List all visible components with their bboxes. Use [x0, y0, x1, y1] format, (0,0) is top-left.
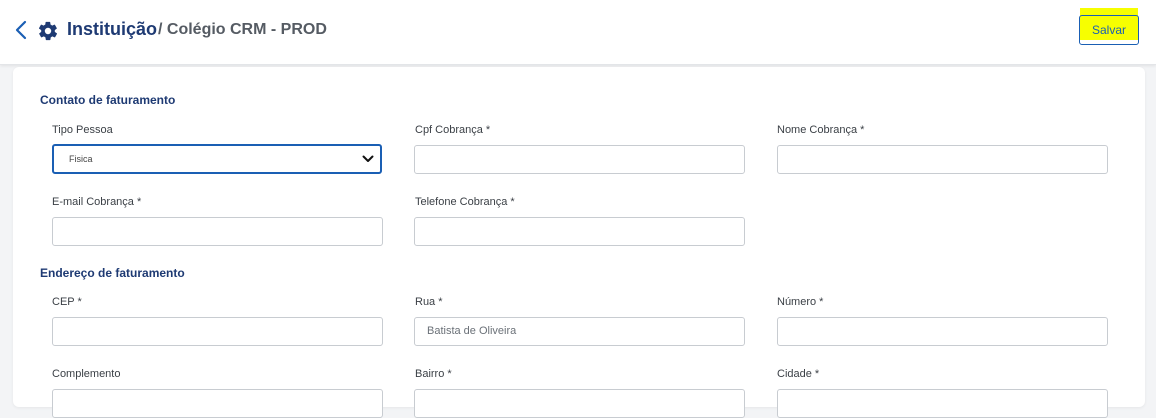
section-billing-contact: Contato de faturamento [40, 93, 176, 107]
numero-label: Número * [777, 296, 824, 308]
cep-label: CEP * [52, 296, 82, 308]
telefone-input[interactable] [414, 217, 745, 246]
page-title: Instituição [67, 19, 158, 39]
email-input[interactable] [52, 217, 383, 246]
section-billing-address: Endereço de faturamento [40, 266, 185, 280]
tipo-pessoa-value: Fisica [69, 154, 93, 164]
nome-input[interactable] [777, 145, 1108, 174]
email-label: E-mail Cobrança * [52, 196, 142, 208]
back-button[interactable] [10, 18, 32, 42]
tipo-pessoa-select[interactable]: Fisica [52, 144, 382, 174]
chevron-left-icon [15, 20, 27, 40]
bairro-input[interactable] [414, 389, 745, 418]
nome-label: Nome Cobrança * [777, 124, 865, 136]
cidade-label: Cidade * [777, 368, 820, 380]
cpf-input[interactable] [414, 145, 745, 174]
page-subtitle: / Colégio CRM - PROD [158, 21, 327, 38]
gear-icon [38, 21, 58, 41]
save-button[interactable]: Salvar [1079, 15, 1139, 45]
chevron-down-icon [362, 155, 374, 162]
telefone-label: Telefone Cobrança * [415, 196, 515, 208]
cpf-label: Cpf Cobrança * [415, 124, 491, 136]
cidade-input[interactable] [777, 389, 1108, 418]
top-bar: Instituição / Colégio CRM - PROD [0, 0, 1156, 65]
numero-input[interactable] [777, 317, 1108, 346]
cep-input[interactable] [52, 317, 383, 346]
tipo-pessoa-label: Tipo Pessoa [52, 124, 113, 136]
complemento-input[interactable] [52, 389, 383, 418]
rua-input[interactable]: Batista de Oliveira [414, 317, 745, 346]
rua-label: Rua * [415, 296, 443, 308]
bairro-label: Bairro * [415, 368, 452, 380]
complemento-label: Complemento [52, 368, 121, 380]
